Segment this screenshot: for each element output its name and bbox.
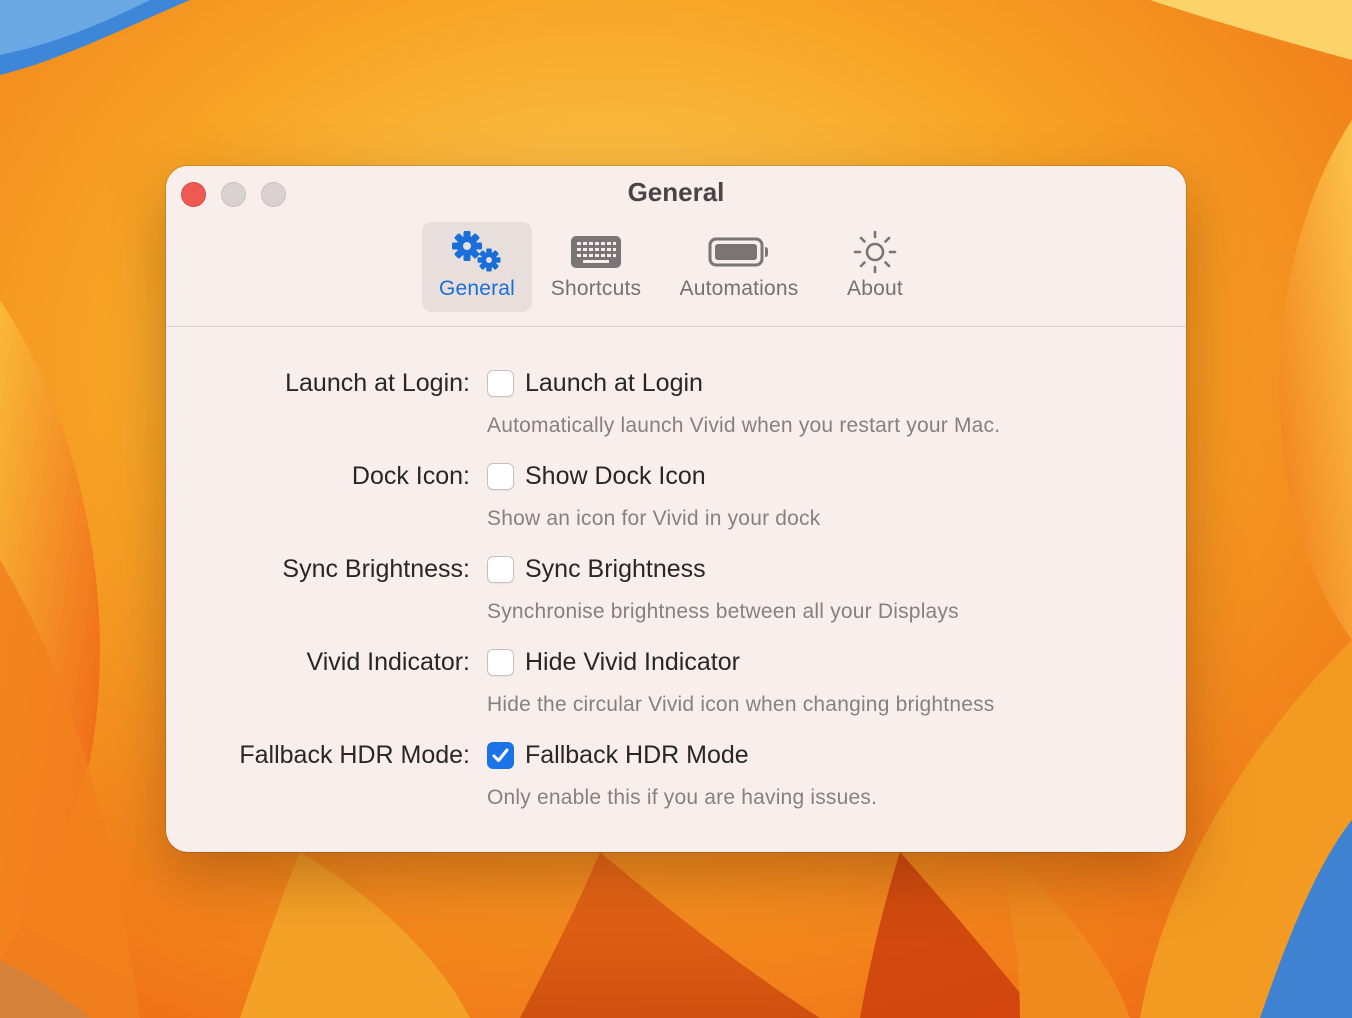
desktop: General General Shortcuts Automations Ab… [0, 0, 1352, 1018]
show-dock-icon-checkbox[interactable] [487, 463, 514, 490]
hide-vivid-indicator-checkbox[interactable] [487, 649, 514, 676]
fallback-hdr-mode-checkbox[interactable] [487, 742, 514, 769]
show-dock-icon-description: Show an icon for Vivid in your dock [487, 507, 821, 530]
window-title: General [627, 177, 725, 207]
sync-brightness-label: Sync Brightness: [282, 555, 470, 583]
hide-vivid-indicator-description: Hide the circular Vivid icon when changi… [487, 693, 995, 716]
tab-about-label: About [847, 277, 903, 300]
launch-at-login-checkbox[interactable] [487, 370, 514, 397]
dock-icon-label: Dock Icon: [351, 462, 470, 490]
keyboard-icon [540, 230, 652, 274]
launch-at-login-description: Automatically launch Vivid when you rest… [487, 414, 1001, 437]
sync-brightness-description: Synchronise brightness between all your … [487, 600, 959, 623]
hide-vivid-indicator-checkbox-label[interactable]: Hide Vivid Indicator [525, 648, 740, 677]
show-dock-icon-checkbox-label[interactable]: Show Dock Icon [525, 462, 706, 491]
sun-icon [830, 230, 920, 274]
tab-about[interactable]: About [830, 222, 920, 312]
tab-shortcuts[interactable]: Shortcuts [540, 222, 652, 312]
titlebar: General General Shortcuts Automations Ab… [166, 166, 1186, 327]
tab-automations-label: Automations [679, 277, 799, 300]
fallback-hdr-mode-checkbox-label[interactable]: Fallback HDR Mode [525, 741, 749, 770]
settings-panel: Launch at Login: Launch at Login Automat… [166, 327, 1186, 852]
tab-automations[interactable]: Automations [670, 222, 808, 312]
launch-at-login-checkbox-label[interactable]: Launch at Login [525, 369, 703, 398]
fallback-hdr-mode-description: Only enable this if you are having issue… [487, 786, 878, 809]
launch-at-login-label: Launch at Login: [285, 369, 470, 397]
fallback-hdr-mode-label: Fallback HDR Mode: [239, 741, 470, 769]
vivid-indicator-label: Vivid Indicator: [306, 648, 470, 676]
sync-brightness-checkbox[interactable] [487, 556, 514, 583]
tab-shortcuts-label: Shortcuts [550, 277, 642, 300]
tab-general[interactable]: General [422, 222, 532, 312]
checkmark-icon [492, 748, 509, 762]
preferences-window: General General Shortcuts Automations Ab… [166, 166, 1186, 852]
tab-general-label: General [438, 277, 516, 300]
sync-brightness-checkbox-label[interactable]: Sync Brightness [525, 555, 706, 584]
gears-icon [422, 230, 532, 274]
battery-icon [670, 230, 808, 274]
